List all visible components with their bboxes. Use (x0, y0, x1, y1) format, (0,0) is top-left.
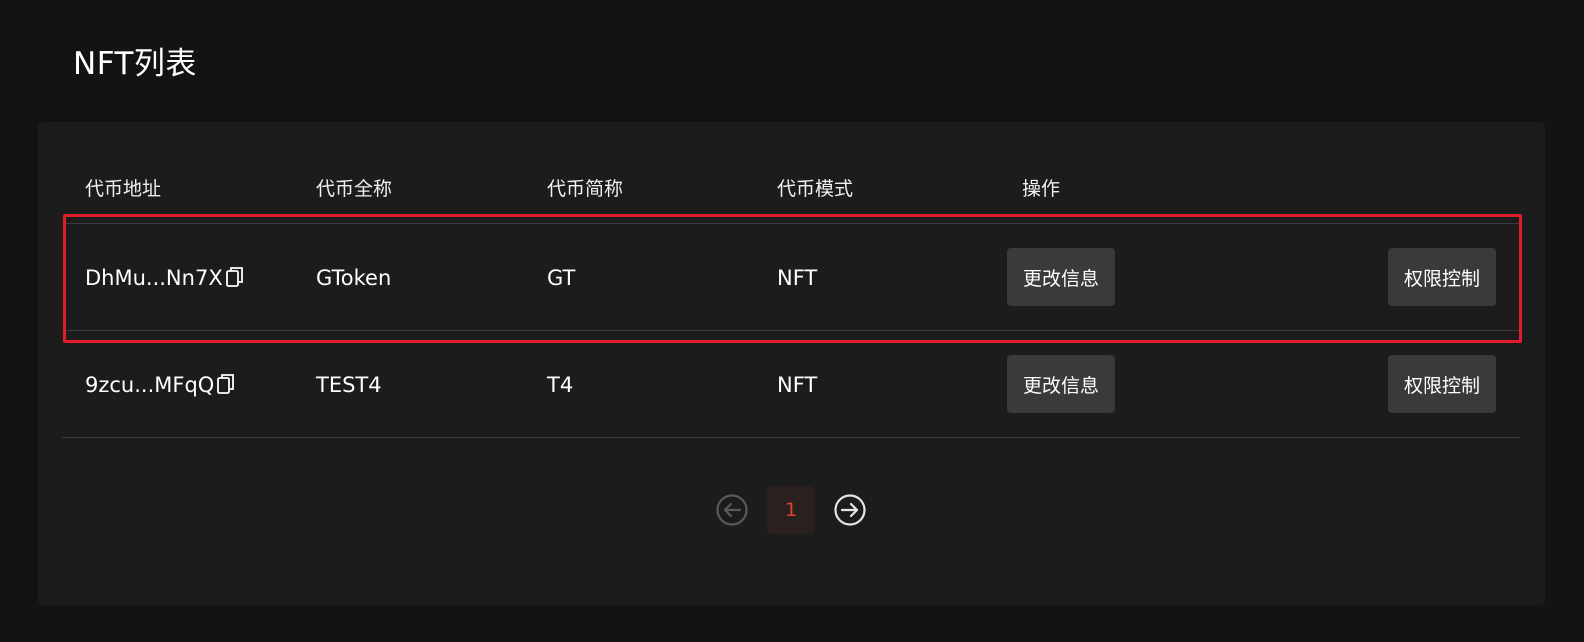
edit-info-button[interactable]: 更改信息 (1007, 355, 1115, 413)
mode-cell: NFT (777, 372, 818, 397)
nft-table: 代币地址 代币全称 代币简称 代币模式 操作 DhMu...Nn7X GToke… (62, 122, 1520, 438)
full-name-cell: GToken (316, 265, 392, 290)
full-name-cell: TEST4 (316, 372, 382, 397)
symbol-cell: GT (547, 265, 576, 290)
permission-control-button[interactable]: 权限控制 (1388, 355, 1496, 413)
edit-info-button[interactable]: 更改信息 (1007, 248, 1115, 306)
address-cell: DhMu...Nn7X (85, 224, 245, 331)
table-row: 9zcu...MFqQ TEST4 T4 NFT 更改信息 权限控制 (62, 331, 1520, 438)
table-row: DhMu...Nn7X GToken GT NFT 更改信息 权限控制 (62, 224, 1520, 331)
copy-icon[interactable] (225, 265, 245, 289)
header-full-name: 代币全称 (316, 178, 393, 200)
header-address: 代币地址 (85, 178, 162, 200)
header-mode: 代币模式 (777, 178, 854, 200)
token-address: 9zcu...MFqQ (85, 372, 215, 397)
token-address: DhMu...Nn7X (85, 265, 223, 290)
copy-icon[interactable] (216, 372, 236, 396)
permission-control-button[interactable]: 权限控制 (1388, 248, 1496, 306)
mode-cell: NFT (777, 265, 818, 290)
page-title: NFT列表 (73, 46, 197, 82)
address-cell: 9zcu...MFqQ (85, 331, 236, 438)
table-header: 代币地址 代币全称 代币简称 代币模式 操作 (62, 122, 1520, 224)
arrow-left-circle-icon[interactable] (708, 486, 756, 534)
symbol-cell: T4 (547, 372, 574, 397)
page-number-current[interactable]: 1 (767, 486, 815, 534)
nft-list-card: 代币地址 代币全称 代币简称 代币模式 操作 DhMu...Nn7X GToke… (38, 122, 1545, 605)
header-symbol: 代币简称 (547, 178, 624, 200)
arrow-right-circle-icon[interactable] (826, 486, 874, 534)
header-actions: 操作 (1022, 178, 1061, 200)
page: NFT列表 代币地址 代币全称 代币简称 代币模式 操作 DhMu...Nn7X… (0, 0, 1584, 642)
pagination: 1 (38, 486, 1545, 534)
